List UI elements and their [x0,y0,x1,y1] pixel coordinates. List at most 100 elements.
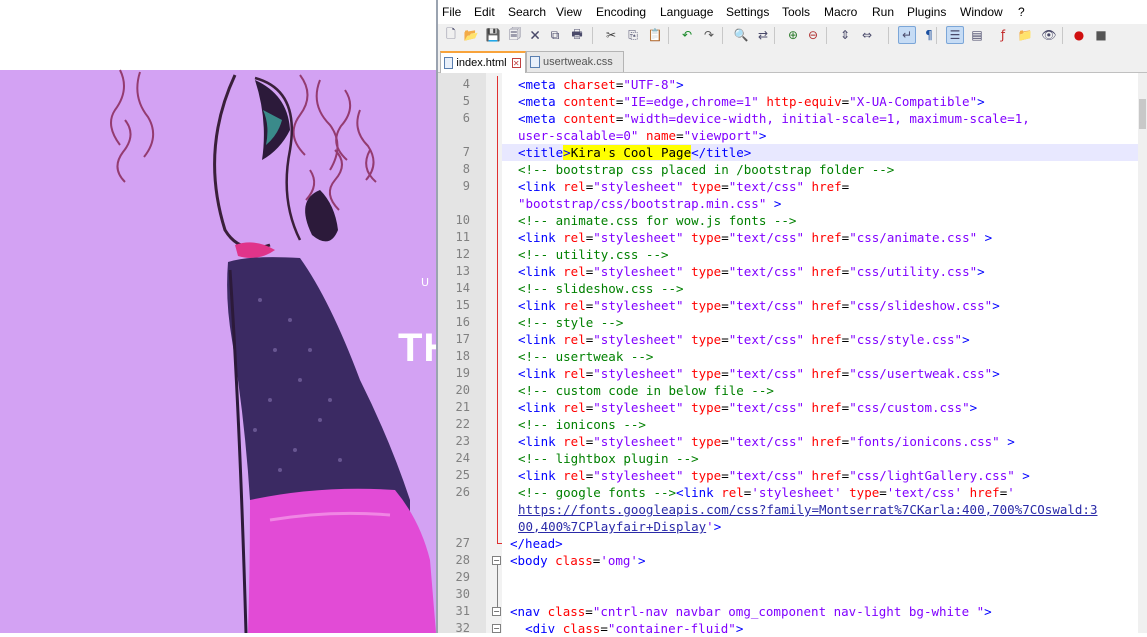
url-link[interactable]: 00,400%7CPlayfair+Display [518,519,706,534]
tab-label: index.html [456,57,507,69]
code-line: <meta charset="UTF-8"> [518,76,684,93]
scrollbar-thumb[interactable] [1139,99,1146,129]
replace-icon[interactable]: ⇄ [754,26,772,44]
menu-run[interactable]: Run [872,5,894,19]
stop-record-icon[interactable]: ■ [1092,26,1110,44]
code-token: "UTF-8" [623,77,677,92]
cut-icon[interactable]: ✂ [602,26,620,44]
code-token: <!-- animate.css for wow.js fonts --> [518,213,797,228]
line-number: 26 [455,485,470,499]
close-tab-icon[interactable]: ✕ [511,58,521,68]
line-number: 14 [455,281,470,295]
line-number: 8 [462,162,470,176]
toolbar: 🗋 📂 💾 🗐 🗙 ⧉ 🖶 ✂ ⎘ 📋 ↶ ↷ 🔍 ⇄ ⊕ ⊖ ⇕ ⇔ ↵ ¶ ☰ ▤ ƒ 📁 👁 ● ■ [438,24,1147,48]
menu-view[interactable]: View [556,5,582,19]
redo-icon[interactable]: ↷ [700,26,718,44]
code-line: user-scalable=0" name="viewport"> [518,127,766,144]
new-file-icon[interactable]: 🗋 [442,26,460,44]
monitor-icon[interactable]: 👁 [1040,26,1058,44]
line-number: 21 [455,400,470,414]
line-number: 20 [455,383,470,397]
tab-usertweak-css[interactable]: usertweak.css [526,51,624,72]
line-number: 7 [462,145,470,159]
line-number: 15 [455,298,470,312]
code-token: "fonts/ionicons.css" [849,434,1000,449]
menu-encoding[interactable]: Encoding [596,5,646,19]
fold-toggle-icon[interactable]: − [492,624,501,633]
code-token: "css/custom.css" [849,400,970,415]
tab-label: usertweak.css [543,56,613,68]
line-number: 25 [455,468,470,482]
fold-toggle-icon[interactable]: − [492,556,501,565]
code-token: "X-UA-Compatible" [849,94,978,109]
code-token: "text/css" [728,468,805,483]
code-token: <link [676,485,722,500]
code-line: "bootstrap/css/bootstrap.min.css" > [518,195,781,212]
code-token: <!-- utility.css --> [518,247,669,262]
code-token: "css/slideshow.css" [849,298,993,313]
close-icon[interactable]: 🗙 [526,26,544,44]
menu-edit[interactable]: Edit [474,5,495,19]
code-token: rel [721,485,744,500]
code-token: href [811,298,842,313]
open-file-icon[interactable]: 📂 [462,26,480,44]
indent-guide-icon[interactable]: ☰ [946,26,964,44]
zoom-out-icon[interactable]: ⊖ [804,26,822,44]
find-icon[interactable]: 🔍 [732,26,750,44]
record-macro-icon[interactable]: ● [1070,26,1088,44]
function-list-icon[interactable]: ƒ [994,26,1012,44]
toolbar-separator [888,27,889,44]
copy-icon[interactable]: ⎘ [624,26,642,44]
menu-help[interactable]: ? [1018,5,1025,19]
code-line: </head> [510,535,563,552]
zoom-in-icon[interactable]: ⊕ [784,26,802,44]
code-token: href [811,230,842,245]
menu-window[interactable]: Window [960,5,1003,19]
close-all-icon[interactable]: ⧉ [546,26,564,44]
tab-index-html[interactable]: index.html ✕ [440,51,526,73]
code-token: = [721,298,729,313]
code-token: <link [518,400,564,415]
doc-map-icon[interactable]: ▤ [968,26,986,44]
print-icon[interactable]: 🖶 [568,26,586,44]
word-wrap-icon[interactable]: ↵ [898,26,916,44]
code-token: <!-- ionicons --> [518,417,646,432]
undo-icon[interactable]: ↶ [678,26,696,44]
paste-icon[interactable]: 📋 [646,26,664,44]
line-number: 6 [462,111,470,125]
save-icon[interactable]: 💾 [484,26,502,44]
menu-macro[interactable]: Macro [824,5,857,19]
save-all-icon[interactable]: 🗐 [506,26,524,44]
menu-settings[interactable]: Settings [726,5,769,19]
fold-margin [486,73,502,633]
fold-toggle-icon[interactable]: − [492,607,501,616]
line-number: 13 [455,264,470,278]
menu-plugins[interactable]: Plugins [907,5,946,19]
menu-tools[interactable]: Tools [782,5,810,19]
sync-vertical-icon[interactable]: ⇕ [836,26,854,44]
code-token: "stylesheet" [593,434,684,449]
menu-search[interactable]: Search [508,5,546,19]
code-token: <link [518,366,564,381]
menu-language[interactable]: Language [660,5,713,19]
vertical-scrollbar[interactable] [1138,73,1147,633]
code-token: "text/css" [728,298,805,313]
folder-workspace-icon[interactable]: 📁 [1016,26,1034,44]
code-token: href [969,485,1000,500]
line-number: 23 [455,434,470,448]
sync-horizontal-icon[interactable]: ⇔ [858,26,876,44]
url-link[interactable]: https://fonts.googleapis.com/css?family=… [518,502,1097,517]
line-number: 30 [455,587,470,601]
code-token: "text/css" [728,179,805,194]
menu-file[interactable]: File [442,5,461,19]
toolbar-separator [826,27,827,44]
code-token: <div [525,621,563,636]
code-line: <link rel="stylesheet" type="text/css" h… [518,297,1000,314]
code-token: > [1022,468,1030,483]
